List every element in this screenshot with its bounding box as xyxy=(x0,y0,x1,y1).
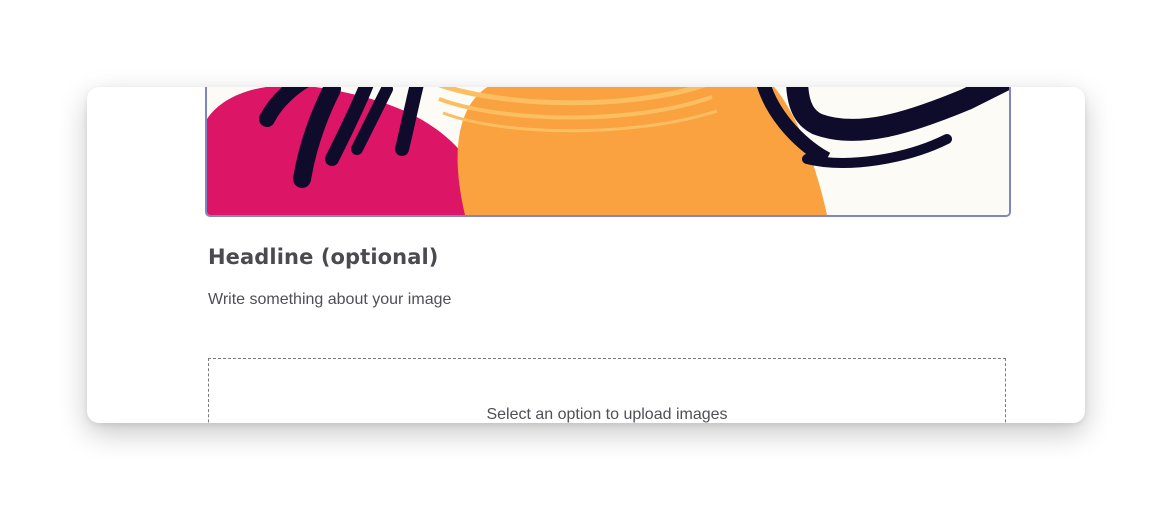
image-headline[interactable]: Headline (optional) xyxy=(208,245,438,269)
upload-prompt: Select an option to upload images xyxy=(486,406,728,423)
selected-image[interactable] xyxy=(205,87,1011,217)
upload-dropzone[interactable]: Select an option to upload images xyxy=(208,358,1006,423)
image-caption-placeholder[interactable]: Write something about your image xyxy=(208,291,451,309)
image-block-card: Headline (optional) Write something abou… xyxy=(87,87,1085,423)
abstract-illustration xyxy=(207,87,1009,215)
